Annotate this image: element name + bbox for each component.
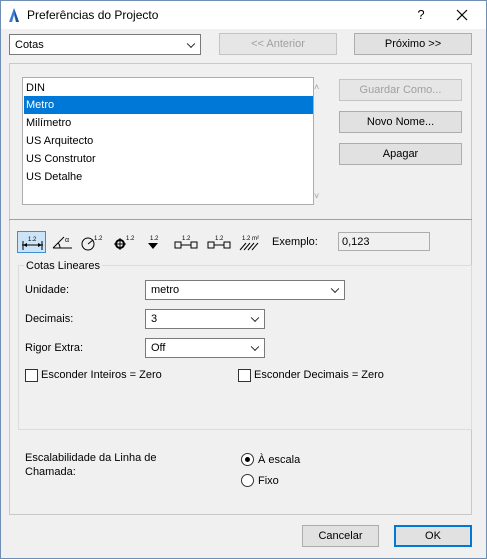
scaled-radio-label[interactable]: À escala: [258, 454, 300, 466]
svg-text:α: α: [65, 237, 69, 244]
extra-accuracy-label: Rigor Extra:: [25, 342, 84, 354]
example-value-field: 0,123: [338, 232, 430, 251]
cancel-button[interactable]: Cancelar: [302, 525, 379, 547]
hide-integers-label[interactable]: Esconder Inteiros = Zero: [41, 369, 162, 381]
door-window-dimension-tool[interactable]: 1.2: [171, 231, 200, 253]
save-as-button[interactable]: Guardar Como...: [339, 79, 462, 101]
area-calculation-tool[interactable]: 1.2 m²: [236, 231, 265, 253]
help-button[interactable]: ?: [411, 6, 431, 24]
close-button[interactable]: [447, 5, 477, 25]
chevron-down-icon: [186, 39, 196, 48]
ok-button[interactable]: OK: [394, 525, 472, 547]
decimals-label: Decimais:: [25, 313, 74, 325]
title-bar: Preferências do Projecto ?: [1, 1, 486, 29]
list-item[interactable]: US Construtor: [24, 150, 313, 168]
list-item[interactable]: US Detalhe: [24, 168, 313, 186]
chevron-down-icon: [250, 313, 260, 323]
svg-text:1.2: 1.2: [28, 237, 37, 243]
close-icon: [456, 9, 468, 21]
separator: [9, 219, 472, 220]
chevron-down-icon: [250, 342, 260, 352]
radial-dimension-tool[interactable]: 1.2: [78, 231, 107, 253]
linear-dimensions-title: Cotas Lineares: [24, 260, 102, 272]
chevron-down-icon: [330, 284, 340, 294]
category-value: Cotas: [15, 38, 44, 51]
scroll-up-icon[interactable]: ˄: [314, 82, 319, 92]
hide-integers-checkbox[interactable]: [25, 369, 38, 382]
unit-dropdown[interactable]: metro: [145, 280, 345, 300]
svg-text:1.2: 1.2: [94, 236, 103, 242]
hide-decimals-label[interactable]: Esconder Decimais = Zero: [254, 369, 384, 381]
level-dimension-tool[interactable]: 1.2: [110, 231, 139, 253]
sill-height-dimension-tool[interactable]: 1.2: [204, 231, 233, 253]
preset-list[interactable]: DIN Metro Milímetro US Arquitecto US Con…: [22, 77, 314, 205]
scroll-down-icon[interactable]: ˅: [314, 191, 319, 201]
previous-button[interactable]: << Anterior: [219, 33, 337, 55]
angular-dimension-icon: α: [52, 236, 72, 249]
sill-height-dimension-icon: 1.2: [207, 236, 231, 249]
delete-button[interactable]: Apagar: [339, 143, 462, 165]
svg-text:1.2: 1.2: [215, 236, 224, 242]
radial-dimension-icon: 1.2: [81, 236, 103, 251]
door-window-dimension-icon: 1.2: [174, 236, 198, 249]
hide-decimals-checkbox[interactable]: [238, 369, 251, 382]
area-hatch-icon: 1.2 m²: [239, 236, 259, 251]
unit-label: Unidade:: [25, 284, 70, 296]
archicad-app-icon: [9, 8, 19, 22]
angular-dimension-tool[interactable]: α: [48, 231, 77, 253]
fixed-radio[interactable]: [241, 474, 254, 487]
svg-text:1.2 m²: 1.2 m²: [242, 236, 259, 242]
list-item[interactable]: US Arquitecto: [24, 132, 313, 150]
svg-text:1.2: 1.2: [150, 236, 159, 242]
level-dimension-icon: 1.2: [114, 236, 135, 250]
extra-accuracy-dropdown[interactable]: Off: [145, 338, 265, 358]
category-dropdown[interactable]: Cotas: [9, 34, 201, 55]
window-title: Preferências do Projecto: [27, 8, 159, 22]
leader-scaling-label-line1: Escalabilidade da Linha de: [25, 452, 157, 464]
elevation-dimension-tool[interactable]: 1.2: [140, 231, 169, 253]
elevation-dimension-icon: 1.2: [148, 236, 159, 249]
list-item[interactable]: DIN: [24, 79, 313, 97]
svg-text:1.2: 1.2: [182, 236, 191, 242]
scaled-radio[interactable]: [241, 453, 254, 466]
decimals-dropdown[interactable]: 3: [145, 309, 265, 329]
linear-dimension-icon: 1.2: [22, 237, 43, 250]
rename-button[interactable]: Novo Nome...: [339, 111, 462, 133]
linear-dimension-tool[interactable]: 1.2: [17, 231, 46, 253]
leader-scaling-label-line2: Chamada:: [25, 466, 76, 478]
list-item-selected[interactable]: Metro: [24, 96, 313, 114]
fixed-radio-label[interactable]: Fixo: [258, 475, 279, 487]
svg-text:1.2: 1.2: [126, 236, 135, 242]
example-label: Exemplo:: [272, 236, 318, 248]
next-button[interactable]: Próximo >>: [354, 33, 472, 55]
list-item[interactable]: Milímetro: [24, 114, 313, 132]
